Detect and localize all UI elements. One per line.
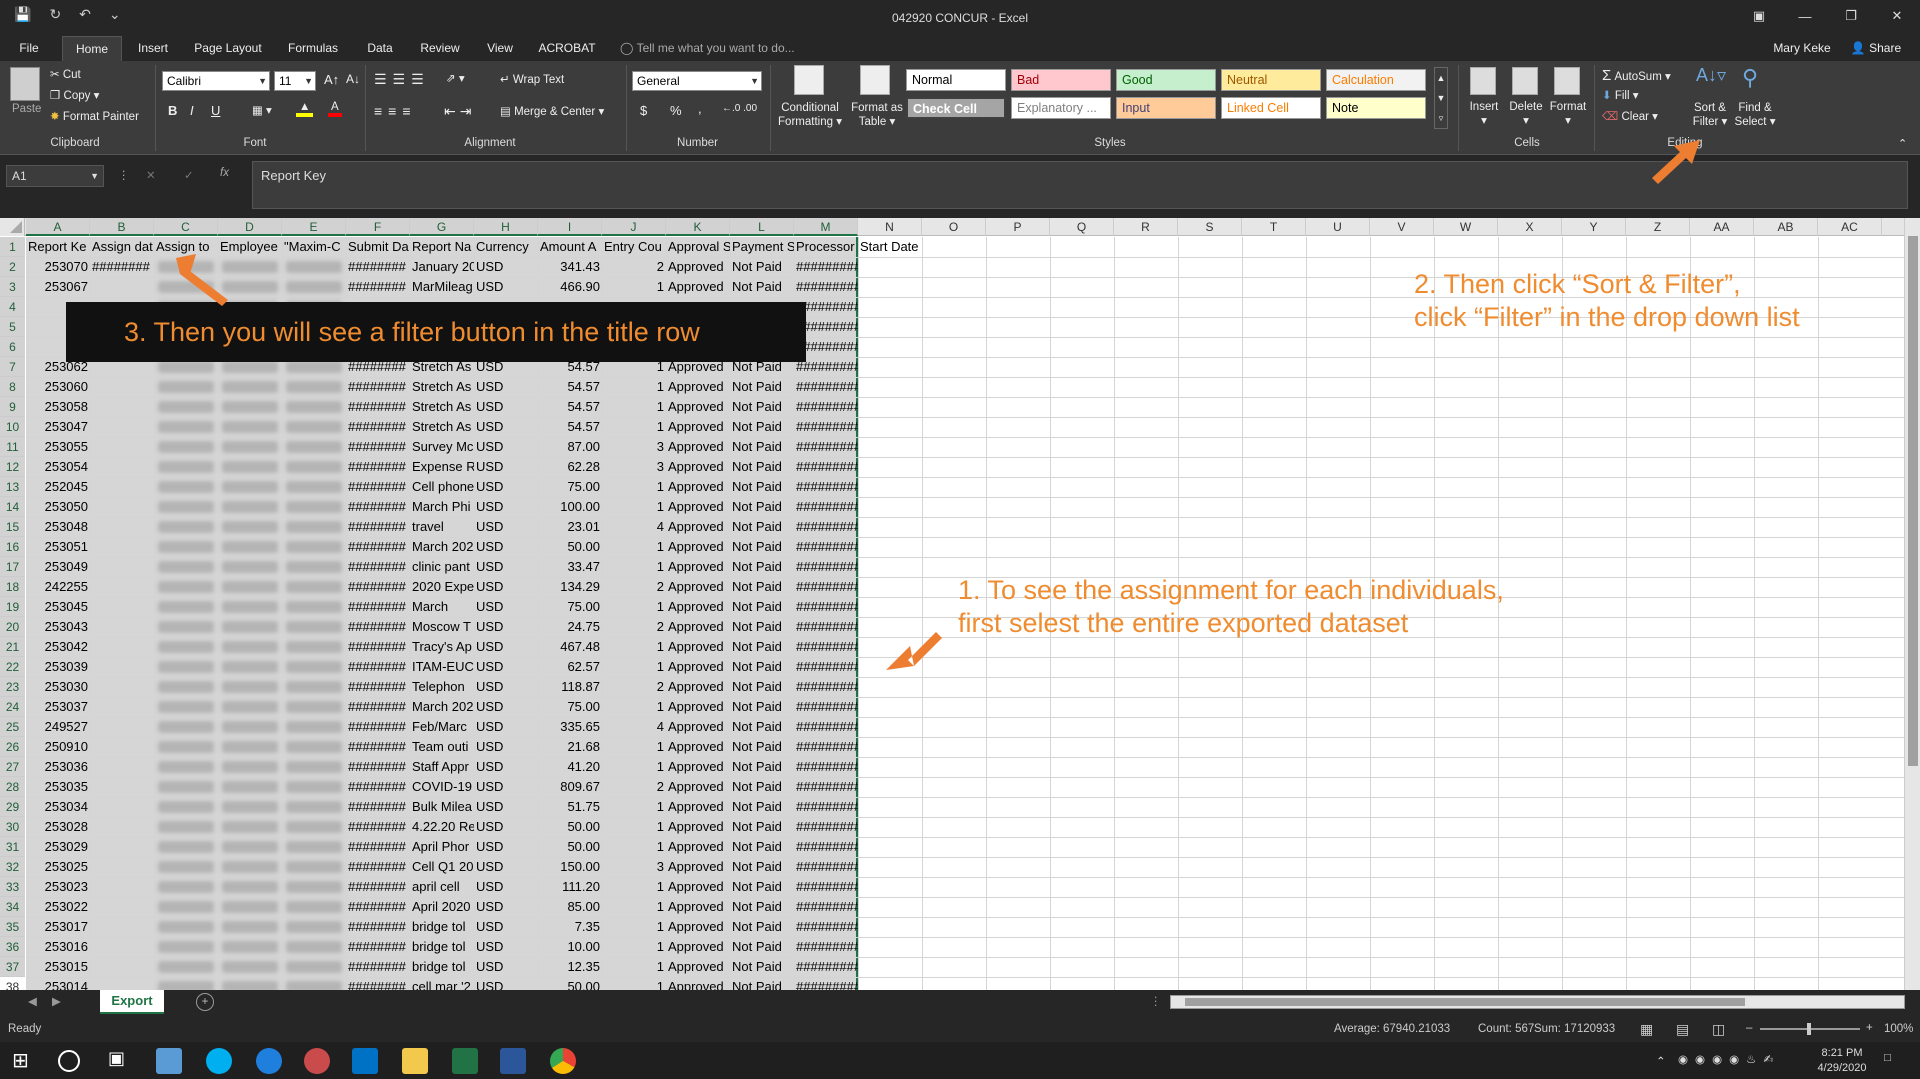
system-tray-icons[interactable]: ◉◉◉◉♨✍ xyxy=(1678,1052,1780,1066)
tray-chevron-icon[interactable]: ⌃ xyxy=(1656,1054,1666,1068)
status-count: Count: 567 xyxy=(1478,1023,1535,1035)
sheet-next-icon[interactable]: ▶ xyxy=(52,994,61,1008)
snipping-app-icon[interactable] xyxy=(304,1048,330,1074)
status-average: Average: 67940.21033 xyxy=(1334,1023,1451,1035)
task-view-icon[interactable]: ▣ xyxy=(108,1048,134,1074)
file-explorer-icon[interactable] xyxy=(402,1048,428,1074)
arrow-to-sort-filter xyxy=(1652,140,1700,184)
internet-explorer-icon[interactable] xyxy=(256,1048,282,1074)
search-icon[interactable] xyxy=(58,1050,80,1072)
status-sum: Sum: 17120933 xyxy=(1534,1023,1616,1035)
windows-start-icon[interactable]: ⊞ xyxy=(12,1048,38,1074)
windows-taskbar: ⊞ ▣ ⌃ ◉◉◉◉♨✍ 8:21 PM 4/29/2020 □ xyxy=(0,1042,1920,1079)
word-app-icon[interactable] xyxy=(500,1048,526,1074)
taskbar-clock[interactable]: 8:21 PM 4/29/2020 xyxy=(1812,1046,1872,1076)
status-bar: Ready Average: 67940.21033 Count: 567 Su… xyxy=(0,1016,1920,1042)
add-sheet-icon[interactable]: + xyxy=(196,993,214,1011)
notification-icon[interactable]: □ xyxy=(1884,1052,1891,1064)
status-ready: Ready xyxy=(8,1023,42,1035)
notepad-app-icon[interactable] xyxy=(156,1048,182,1074)
horizontal-scroll-thumb[interactable] xyxy=(1185,998,1745,1006)
excel-app-icon[interactable] xyxy=(452,1048,478,1074)
page-break-icon[interactable]: ◫ xyxy=(1712,1021,1725,1038)
annotation-arrows xyxy=(176,140,1700,670)
sheet-tab-export[interactable]: Export xyxy=(100,990,164,1014)
arrow-to-dataset xyxy=(886,632,942,670)
skype-app-icon[interactable] xyxy=(206,1048,232,1074)
zoom-slider[interactable] xyxy=(1760,1023,1860,1035)
page-layout-icon[interactable]: ▤ xyxy=(1676,1021,1689,1038)
sheet-tab-bar: ◀ ▶ Export + ⋮ xyxy=(0,990,1920,1014)
outlook-app-icon[interactable] xyxy=(352,1048,378,1074)
horizontal-scrollbar[interactable] xyxy=(1170,995,1905,1009)
zoom-in-icon[interactable]: + xyxy=(1866,1022,1873,1034)
zoom-level[interactable]: 100% xyxy=(1884,1023,1913,1035)
zoom-out-icon[interactable]: – xyxy=(1746,1022,1752,1034)
normal-view-icon[interactable]: ▦ xyxy=(1640,1021,1653,1038)
zoom-slider-thumb[interactable] xyxy=(1807,1023,1811,1035)
arrow-to-filter-button xyxy=(176,254,228,306)
chrome-app-icon[interactable] xyxy=(550,1048,576,1074)
tab-split-icon[interactable]: ⋮ xyxy=(1150,994,1162,1008)
sheet-prev-icon[interactable]: ◀ xyxy=(28,994,37,1008)
